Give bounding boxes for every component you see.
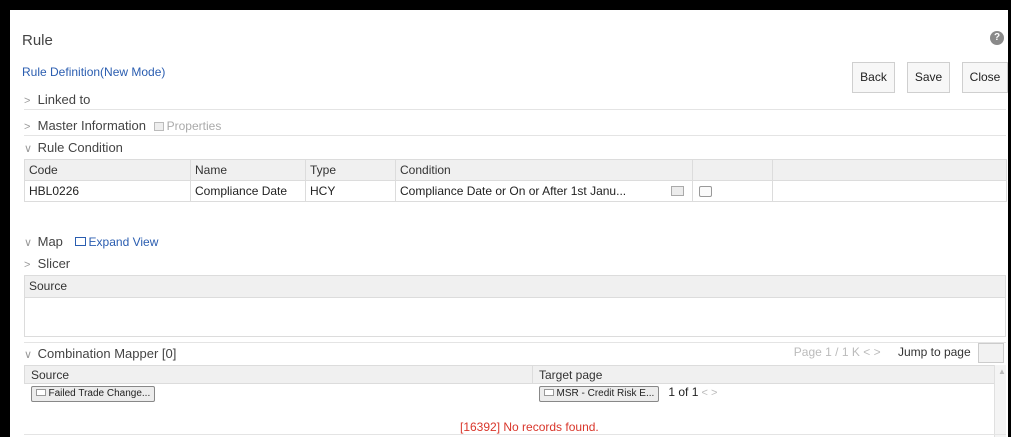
window-frame-top [0,0,1011,10]
target-prev-icon[interactable]: < [701,387,707,399]
rule-condition-table: Code Name Type Condition HBL0226 Complia… [24,159,1007,202]
pin-icon[interactable] [699,186,712,198]
table-header-row: Code Name Type Condition [24,159,1007,181]
cell-condition: Compliance Date or On or After 1st Janu.… [395,180,693,202]
section-combination-mapper-label: Combination Mapper [0] [37,346,177,361]
table-header-row: Source Target page [24,365,995,384]
section-master-information[interactable]: > Master Information Properties [24,118,1006,136]
cell-target-page: MSR - Credit Risk E... 1 of 1 < > [533,384,995,404]
properties-link[interactable]: Properties [153,119,222,133]
column-header-name: Name [190,159,306,181]
save-button[interactable]: Save [907,62,950,93]
source-panel: Source [24,275,1006,337]
section-slicer-label: Slicer [37,256,71,271]
table-row: Failed Trade Change... MSR - Credit Risk… [25,384,995,404]
combination-mapper-table: Source Target page Failed Trade Change..… [24,365,995,404]
cell-action [692,180,773,202]
target-next-icon[interactable]: > [711,387,717,399]
section-slicer[interactable]: > Slicer [24,256,1006,274]
scroll-up-icon[interactable]: ▲ [998,367,1006,376]
section-linked-to[interactable]: > Linked to [24,92,1006,110]
target-chip-label: MSR - Credit Risk E... [556,388,655,400]
section-map[interactable]: ∨ Map Expand View [24,234,1006,256]
hierarchy-icon [35,388,46,396]
column-header-source: Source [24,365,533,384]
section-combination-mapper[interactable]: ∨ Combination Mapper [0] Page 1 / 1 K < … [24,342,1006,364]
jump-to-page-label: Jump to page [897,345,971,360]
close-button[interactable]: Close [962,62,1008,93]
condition-text: Compliance Date or On or After 1st Janu.… [400,184,627,198]
page-subtitle: Rule Definition(New Mode) [22,65,166,79]
section-map-label: Map [37,234,63,249]
chevron-down-icon: ∨ [24,143,33,155]
section-master-information-label: Master Information [37,118,146,133]
next-page-icon[interactable]: > [874,345,881,359]
cell-name: Compliance Date [190,180,306,202]
expand-view-link[interactable]: Expand View [74,235,159,249]
edit-condition-icon[interactable] [671,186,684,196]
scrollbar[interactable]: ▲ [994,365,1006,437]
cell-code: HBL0226 [24,180,191,202]
column-header-target-page: Target page [532,365,995,384]
chevron-right-icon: > [24,95,31,107]
window-frame-left [0,0,10,437]
source-chip-label: Failed Trade Change... [48,387,151,399]
page-info: Page 1 / 1 [793,345,849,360]
source-panel-header: Source [25,276,1005,298]
column-header-condition: Condition [395,159,693,181]
section-rule-condition-label: Rule Condition [37,140,123,155]
expand-view-icon [74,237,86,246]
divider [24,434,1006,435]
prev-page-icon[interactable]: < [863,345,870,359]
cell-extra [772,180,1007,202]
pager: Page 1 / 1 K < > Jump to page [794,343,1004,365]
cell-source: Failed Trade Change... [25,384,533,404]
column-header-code: Code [24,159,191,181]
target-hierarchy-button[interactable]: MSR - Credit Risk E... [538,386,660,403]
section-rule-condition[interactable]: ∨ Rule Condition [24,140,1006,158]
back-button[interactable]: Back [852,62,895,93]
chevron-right-icon: > [24,259,31,271]
no-records-message: [16392] No records found. [460,420,599,434]
column-header-action [692,159,773,181]
table-row[interactable]: HBL0226 Compliance Date HCY Compliance D… [24,180,1007,202]
help-icon[interactable]: ? [990,31,1004,45]
expand-view-label: Expand View [88,235,159,249]
target-page-info: 1 of 1 [668,385,699,400]
chevron-down-icon: ∨ [24,237,33,249]
source-hierarchy-button[interactable]: Failed Trade Change... [30,385,156,402]
chevron-right-icon: > [24,121,31,133]
properties-icon [153,122,164,131]
properties-label: Properties [166,119,222,133]
section-linked-to-label: Linked to [37,92,91,107]
chevron-down-icon: ∨ [24,349,33,361]
cell-type: HCY [305,180,396,202]
hierarchy-icon [543,389,554,397]
first-page-icon[interactable]: K [852,345,860,359]
jump-to-page-input[interactable] [978,343,1004,363]
column-header-extra [772,159,1007,181]
column-header-type: Type [305,159,396,181]
page-title: Rule [22,32,53,49]
rule-page: Rule ? Rule Definition(New Mode) Back Sa… [10,10,1008,437]
